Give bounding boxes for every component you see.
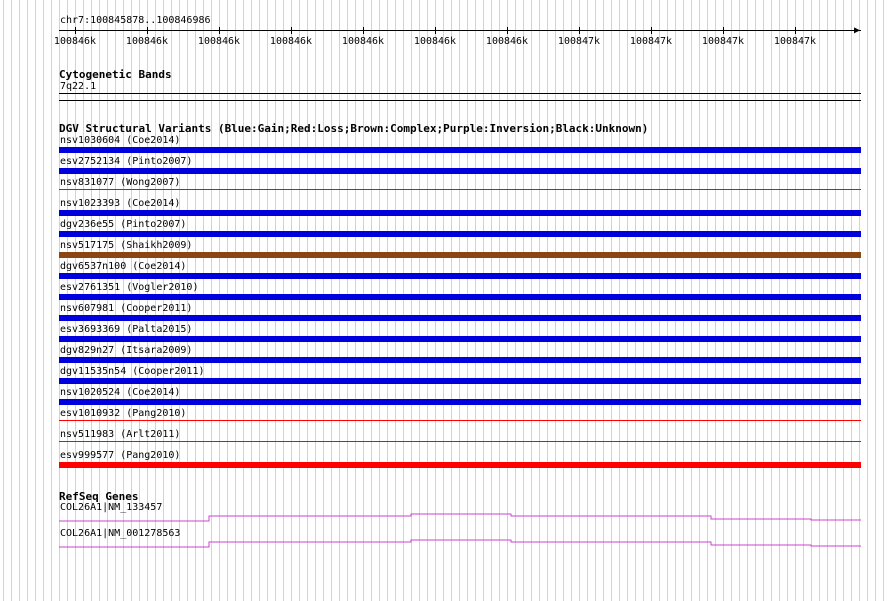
variant-label: nsv517175 (Shaikh2009): [60, 240, 193, 251]
variant-label: nsv511983 (Arlt2011): [60, 429, 181, 440]
variant-label: dgv11535n54 (Cooper2011): [60, 366, 205, 377]
variant-label: nsv1020524 (Coe2014): [60, 387, 181, 398]
ruler-tick: [579, 27, 580, 34]
variant-label: esv999577 (Pang2010): [60, 450, 181, 461]
variant-bar-gain[interactable]: [59, 273, 861, 279]
variant-bar-gain[interactable]: [59, 378, 861, 384]
dgv-track-title: DGV Structural Variants (Blue:Gain;Red:L…: [59, 122, 649, 135]
ruler-tick-label: 100847k: [701, 36, 745, 47]
variant-label: nsv607981 (Cooper2011): [60, 303, 193, 314]
cytoband-line: [59, 93, 861, 94]
cytoband-label: 7q22.1: [60, 81, 97, 92]
cytoband-track-title: Cytogenetic Bands: [59, 68, 172, 81]
variant-bar-gain[interactable]: [59, 147, 861, 153]
ruler-tick: [147, 27, 148, 34]
variant-label: nsv1023393 (Coe2014): [60, 198, 181, 209]
variant-label: dgv829n27 (Itsara2009): [60, 345, 193, 356]
ruler-tick-label: 100846k: [413, 36, 457, 47]
location-label: chr7:100845878..100846986: [60, 15, 211, 26]
variant-label: nsv831077 (Wong2007): [60, 177, 181, 188]
ruler-tick-label: 100846k: [125, 36, 169, 47]
ruler-tick: [291, 27, 292, 34]
ruler-tick: [219, 27, 220, 34]
variant-bar-loss[interactable]: [59, 441, 861, 442]
variant-label: esv2752134 (Pinto2007): [60, 156, 193, 167]
ruler-tick: [363, 27, 364, 34]
ruler-tick: [651, 27, 652, 34]
ruler-tick-label: 100846k: [197, 36, 241, 47]
ruler-tick-label: 100846k: [269, 36, 313, 47]
variant-bar-loss[interactable]: [59, 189, 861, 190]
variant-bar-gain[interactable]: [59, 315, 861, 321]
variant-bar-gain[interactable]: [59, 357, 861, 363]
ruler-tick: [795, 27, 796, 34]
ruler-tick-label: 100847k: [629, 36, 673, 47]
ruler-tick: [507, 27, 508, 34]
ruler-tick: [435, 27, 436, 34]
variant-label: dgv236e55 (Pinto2007): [60, 219, 187, 230]
variant-bar-loss[interactable]: [59, 420, 861, 421]
ruler-arrow-icon: ▶: [854, 25, 861, 36]
ruler-axis: [59, 30, 861, 31]
variant-bar-gain[interactable]: [59, 399, 861, 405]
ruler-tick-label: 100847k: [557, 36, 601, 47]
variant-bar-gain[interactable]: [59, 168, 861, 174]
variant-label: esv2761351 (Vogler2010): [60, 282, 199, 293]
ruler-tick-label: 100846k: [485, 36, 529, 47]
ruler-tick: [723, 27, 724, 34]
ruler-tick-label: 100847k: [773, 36, 817, 47]
ruler-tick-label: 100846k: [53, 36, 97, 47]
variant-bar-complex[interactable]: [59, 252, 861, 258]
ruler-tick-label: 100846k: [341, 36, 385, 47]
variant-label: dgv6537n100 (Coe2014): [60, 261, 187, 272]
gene-model[interactable]: [59, 538, 861, 550]
variant-bar-loss[interactable]: [59, 462, 861, 468]
cytoband-line-lower: [59, 100, 861, 101]
variant-label: esv1010932 (Pang2010): [60, 408, 187, 419]
variant-label: esv3693369 (Palta2015): [60, 324, 193, 335]
variant-bar-gain[interactable]: [59, 294, 861, 300]
gene-model[interactable]: [59, 512, 861, 524]
variant-bar-gain[interactable]: [59, 336, 861, 342]
ruler-tick: [75, 27, 76, 34]
variant-bar-gain[interactable]: [59, 210, 861, 216]
variant-bar-gain[interactable]: [59, 231, 861, 237]
variant-label: nsv1030604 (Coe2014): [60, 135, 181, 146]
